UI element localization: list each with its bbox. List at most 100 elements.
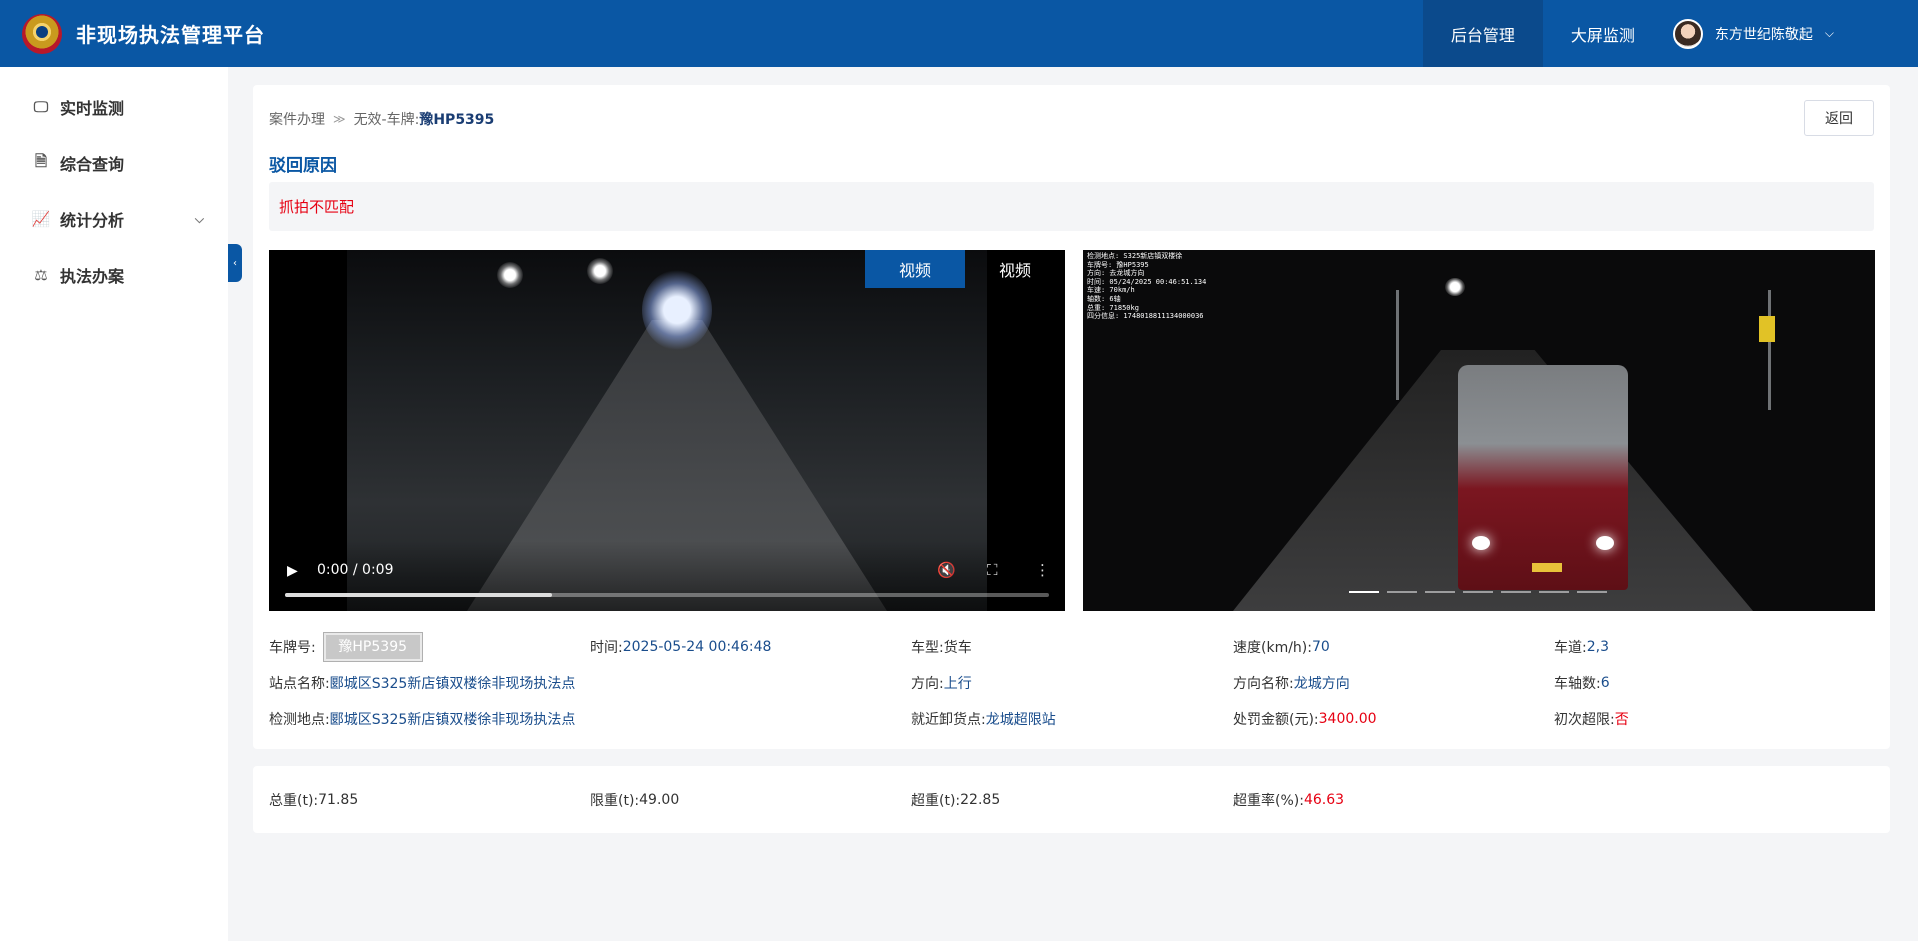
sidebar-item-law-enforcement[interactable]: ⚖ 执法办案 [0,247,228,303]
fine-label: 处罚金额(元): [1233,712,1319,728]
overlay-line: 四分信息: 1748018811134000036 [1087,312,1204,321]
sidebar-collapse-toggle[interactable]: ‹ [228,244,242,282]
sidebar-item-label: 实时监测 [60,99,125,118]
total-weight-value: 71.85 [318,791,359,808]
vehicle-info-grid: 车牌号: 豫HP5395 时间: 2025-05-24 00:46:48 车型:… [269,629,1874,737]
info-unload-point: 就近卸货点: 龙城超限站 [911,701,1056,737]
chevron-down-icon: ⌵ [1824,26,1834,40]
over-weight: 超重(t): 22.85 [911,766,1000,833]
weight-summary: 总重(t): 71.85 限重(t): 49.00 超重(t): 22.85 超… [269,766,1874,833]
axles-value: 6 [1600,675,1610,691]
monitor-icon: 🖵 [33,98,49,116]
stamp-icon: ⚖ [34,266,48,284]
license-plate-graphic [1532,563,1562,572]
carousel-dot[interactable] [1425,591,1455,593]
station-label: 站点名称: [269,676,330,692]
carousel-dot[interactable] [1463,591,1493,593]
pole-graphic [1396,290,1399,400]
volume-icon[interactable]: 🔇 [937,561,956,579]
info-station: 站点名称: 郾城区S325新店镇双楼徐非现场执法点 [269,665,575,701]
detect-site-label: 检测地点: [269,712,330,728]
first-overlimit-label: 初次超限: [1554,712,1615,728]
time-label: 时间: [590,640,623,656]
carousel-dot[interactable] [1501,591,1531,593]
over-weight-label: 超重(t): [911,792,961,809]
breadcrumb-separator-icon: ≫ [333,112,346,126]
vehicle-type-label: 车型: [911,640,944,656]
weight-summary-card: 总重(t): 71.85 限重(t): 49.00 超重(t): 22.85 超… [253,766,1890,833]
limit-weight: 限重(t): 49.00 [590,766,679,833]
sidebar-item-realtime-monitoring[interactable]: 🖵 实时监测 [0,79,228,135]
info-axles: 车轴数: 6 [1554,665,1610,701]
station-value: 郾城区S325新店镇双楼徐非现场执法点 [329,676,576,692]
limit-weight-label: 限重(t): [590,792,640,809]
fullscreen-icon[interactable]: ⛶ [987,561,998,579]
streetlight-graphic [587,258,613,284]
top-nav: 后台管理 大屏监测 东方世纪陈敬起 ⌵ [1422,0,1918,67]
breadcrumb-root[interactable]: 案件办理 [269,109,325,129]
total-weight-label: 总重(t): [269,792,319,809]
capture-image-carousel[interactable]: 检测地点: S325新店镇双楼徐 车牌号: 豫HP5395 方向: 去龙城方向 时间:… [1083,250,1875,611]
overlay-line: 车牌号: 豫HP5395 [1087,260,1149,269]
breadcrumb-current-plate: 豫HP5395 [419,112,495,128]
first-overlimit-value: 否 [1614,712,1629,728]
direction-name-label: 方向名称: [1233,676,1294,692]
nav-backend-management[interactable]: 后台管理 [1422,0,1543,67]
overlay-line: 轴数: 6轴 [1087,294,1121,303]
carousel-dot[interactable] [1387,591,1417,593]
info-lane: 车道: 2,3 [1554,629,1609,665]
info-direction-name: 方向名称: 龙城方向 [1233,665,1350,701]
user-menu[interactable]: 东方世纪陈敬起 ⌵ [1663,18,1918,49]
overlay-line: 检测地点: S325新店镇双楼徐 [1087,252,1183,260]
plate-label: 车牌号: [269,640,316,656]
user-name: 东方世纪陈敬起 [1714,26,1813,43]
video-progress-fill [285,593,553,597]
direction-label: 方向: [911,676,944,692]
carousel-dot[interactable] [1577,591,1607,593]
overlay-line: 方向: 去龙城方向 [1087,269,1145,278]
video-time: 0:00 / 0:09 [317,562,394,578]
headlight-graphic [1472,536,1490,550]
info-time: 时间: 2025-05-24 00:46:48 [590,629,771,665]
reject-reason-box: 抓拍不匹配 [269,182,1874,231]
info-vehicle-type: 车型: 货车 [911,629,972,665]
over-weight-value: 22.85 [960,791,1001,808]
back-button[interactable]: 返回 [1804,100,1874,136]
app-title: 非现场执法管理平台 [76,23,265,47]
sidebar-item-statistics[interactable]: 📈 统计分析 ⌵ [0,191,228,247]
overlay-line: 总重: 71850kg [1087,303,1139,312]
police-emblem-logo [22,13,62,54]
fine-value: 3400.00 [1318,711,1377,727]
streetlight-graphic [497,262,523,288]
road-sign-graphic [1759,316,1775,342]
carousel-dot[interactable] [1349,591,1379,593]
breadcrumb-current-prefix: 无效-车牌: [353,112,420,128]
more-options-icon[interactable]: ⋮ [1035,561,1050,579]
unload-label: 就近卸货点: [911,712,986,728]
sidebar: 🖵 实时监测 🗎 综合查询 📈 统计分析 ⌵ ⚖ 执法办案 [0,67,228,941]
video-progress-bar[interactable] [285,593,1049,597]
tab-video-2[interactable]: 视频 [965,250,1065,288]
total-weight: 总重(t): 71.85 [269,766,358,833]
sidebar-item-label: 执法办案 [60,267,125,286]
lane-label: 车道: [1554,640,1587,656]
reject-reason-title: 驳回原因 [269,156,337,176]
overweight-rate-label: 超重率(%): [1233,792,1304,809]
info-plate: 车牌号: 豫HP5395 [269,629,423,665]
carousel-dot[interactable] [1539,591,1569,593]
time-value: 2025-05-24 00:46:48 [622,639,772,655]
carousel-indicators [1349,591,1607,593]
info-speed: 速度(km/h): 70 [1233,629,1330,665]
video-player[interactable]: 视频 视频 ▶ 0:00 / 0:09 🔇 ⛶ ⋮ [269,250,1065,611]
overweight-rate-value: 46.63 [1303,791,1345,808]
video-controls: ▶ 0:00 / 0:09 🔇 ⛶ ⋮ [269,541,1065,611]
play-icon[interactable]: ▶ [287,563,298,579]
unload-value: 龙城超限站 [985,712,1056,728]
lane-value: 2,3 [1586,639,1609,655]
pole-graphic [1768,290,1771,410]
sidebar-item-comprehensive-query[interactable]: 🗎 综合查询 [0,135,228,191]
info-row: 站点名称: 郾城区S325新店镇双楼徐非现场执法点 方向: 上行 方向名称: 龙… [269,665,1874,701]
limit-weight-value: 49.00 [639,791,680,808]
tab-video-1[interactable]: 视频 [865,250,965,288]
nav-screen-monitoring[interactable]: 大屏监测 [1543,0,1663,67]
